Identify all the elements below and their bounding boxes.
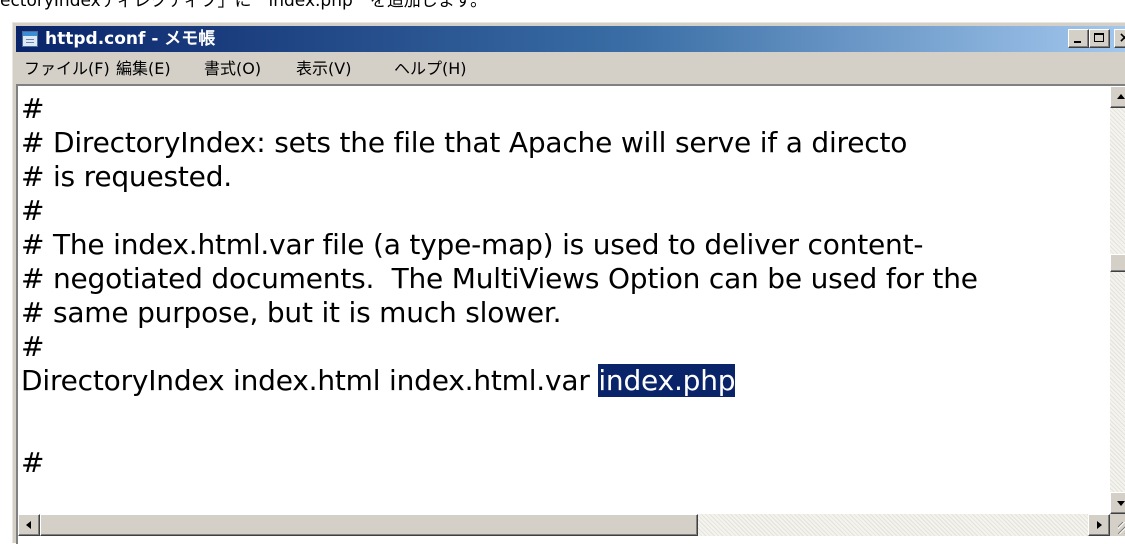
horizontal-scroll-thumb[interactable] — [40, 514, 698, 536]
arrow-left-icon — [26, 521, 31, 529]
scroll-down-button[interactable] — [1110, 492, 1125, 514]
directory-index-line: DirectoryIndex index.html index.html.var… — [21, 364, 736, 398]
text-line: # — [21, 446, 45, 479]
text-editor[interactable]: # # DirectoryIndex: sets the file that A… — [16, 84, 1125, 544]
menu-view[interactable]: 表示(V) — [296, 59, 351, 79]
window-title: httpd.conf - メモ帳 — [45, 29, 216, 49]
text-line: # same purpose, but it is much slower. — [21, 296, 562, 329]
resize-grip[interactable] — [1110, 514, 1125, 536]
menu-format[interactable]: 書式(O) — [204, 59, 261, 79]
notepad-icon[interactable] — [22, 31, 38, 47]
scroll-up-button[interactable] — [1110, 86, 1125, 108]
text-line: # — [21, 92, 45, 125]
notepad-window: httpd.conf - メモ帳 × ファイル(F) 編集(E) 書式(O) 表… — [12, 22, 1125, 544]
maximize-button[interactable] — [1089, 29, 1110, 48]
menu-bar: ファイル(F) 編集(E) 書式(O) 表示(V) ヘルプ(H) — [16, 53, 1125, 83]
text-line: # — [21, 194, 45, 227]
title-bar[interactable]: httpd.conf - メモ帳 × — [16, 26, 1125, 52]
arrow-right-icon — [1097, 521, 1102, 529]
vertical-scroll-thumb[interactable] — [1110, 254, 1125, 273]
text-area[interactable]: # # DirectoryIndex: sets the file that A… — [18, 86, 1110, 514]
menu-file[interactable]: ファイル(F) — [24, 59, 110, 79]
maximize-icon — [1094, 33, 1104, 42]
directory-index-text: DirectoryIndex index.html index.html.var — [21, 364, 599, 397]
menu-edit[interactable]: 編集(E) — [116, 59, 171, 79]
minimize-button[interactable] — [1068, 29, 1089, 48]
arrow-down-icon — [1117, 501, 1125, 506]
text-line: # DirectoryIndex: sets the file that Apa… — [21, 126, 908, 159]
text-line: # The index.html.var file (a type-map) i… — [21, 228, 924, 261]
arrow-up-icon — [1117, 94, 1125, 99]
close-icon: × — [1118, 30, 1125, 46]
scroll-left-button[interactable] — [18, 514, 40, 536]
text-line: # is requested. — [21, 160, 232, 193]
text-line: # negotiated documents. The MultiViews O… — [21, 262, 978, 295]
close-button[interactable]: × — [1114, 29, 1125, 48]
vertical-scrollbar[interactable] — [1110, 86, 1125, 514]
scroll-right-button[interactable] — [1088, 514, 1110, 536]
selected-text[interactable]: index.php — [598, 364, 736, 397]
horizontal-scrollbar[interactable] — [18, 514, 1110, 536]
menu-help[interactable]: ヘルプ(H) — [394, 59, 467, 79]
minimize-icon — [1074, 41, 1081, 43]
text-line: # — [21, 330, 45, 363]
instruction-caption: ectoryIndexディレクティブ」に index.php を追加します。 — [0, 0, 488, 11]
